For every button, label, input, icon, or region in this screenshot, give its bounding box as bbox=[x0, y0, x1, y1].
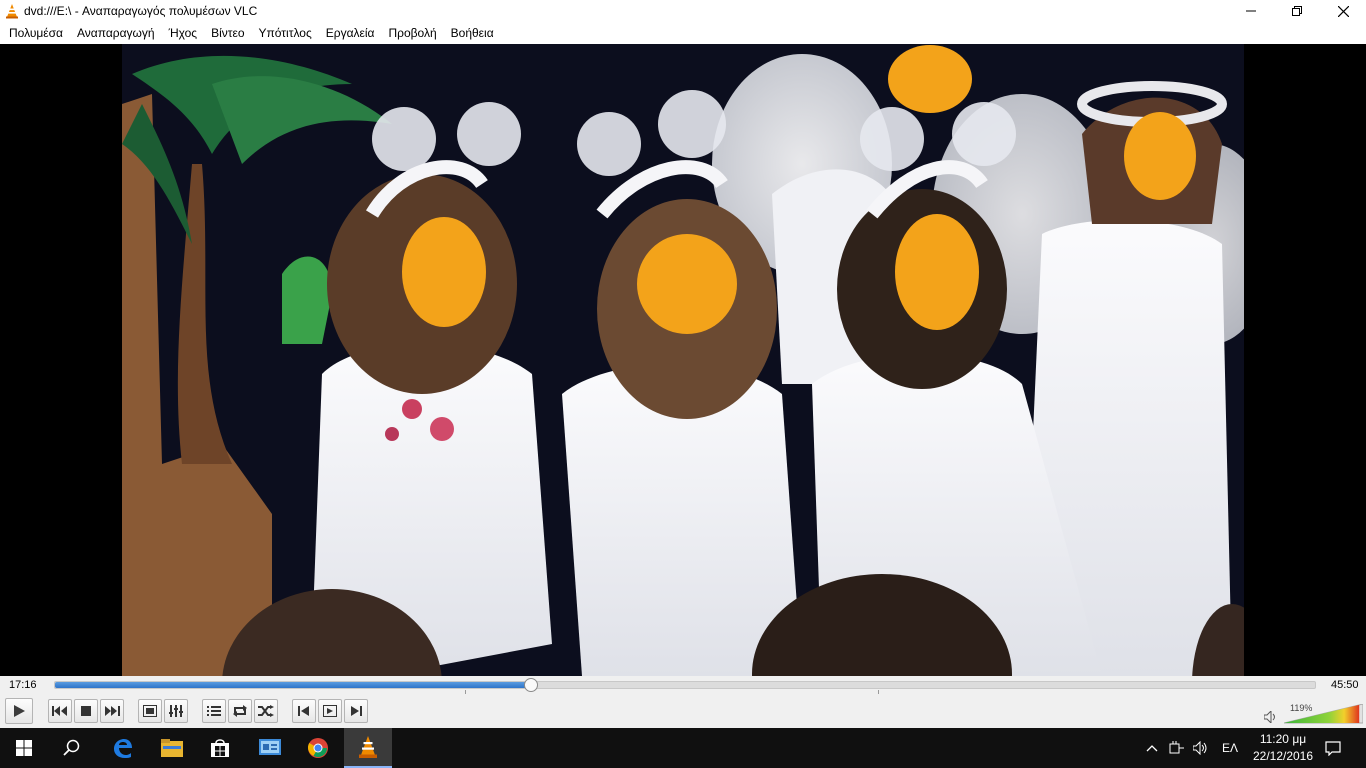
restore-button[interactable] bbox=[1274, 0, 1320, 22]
menu-video[interactable]: Βίντεο bbox=[204, 22, 251, 44]
control-panel-icon bbox=[259, 739, 281, 755]
clock-date: 22/12/2016 bbox=[1252, 749, 1314, 763]
next-button[interactable] bbox=[100, 699, 124, 723]
stop-icon bbox=[81, 706, 91, 716]
taskbar-vlc[interactable] bbox=[344, 728, 392, 768]
playlist-icon bbox=[207, 706, 221, 716]
menu-tools[interactable]: Εργαλεία bbox=[319, 22, 382, 44]
start-button[interactable] bbox=[0, 728, 48, 768]
search-button[interactable] bbox=[48, 728, 96, 768]
stop-button[interactable] bbox=[74, 699, 98, 723]
fullscreen-icon bbox=[143, 705, 157, 717]
playlist-button[interactable] bbox=[202, 699, 226, 723]
taskbar-chrome[interactable] bbox=[294, 728, 342, 768]
start-icon bbox=[16, 740, 32, 756]
store-icon bbox=[211, 739, 229, 757]
restore-icon bbox=[1292, 6, 1302, 16]
loop-icon bbox=[233, 705, 247, 717]
play-button[interactable] bbox=[5, 698, 33, 724]
menu-playback[interactable]: Αναπαραγωγή bbox=[70, 22, 162, 44]
action-center-button[interactable] bbox=[1318, 728, 1348, 768]
seek-handle[interactable] bbox=[523, 678, 538, 692]
power-plug-icon bbox=[1169, 741, 1184, 754]
seek-progress bbox=[55, 682, 531, 688]
notification-icon bbox=[1325, 740, 1341, 756]
shuffle-button[interactable] bbox=[254, 699, 278, 723]
snapshot-button[interactable] bbox=[318, 699, 342, 723]
elapsed-time[interactable]: 17:16 bbox=[9, 679, 37, 691]
snapshot-icon bbox=[323, 705, 337, 717]
speaker-icon[interactable] bbox=[1263, 709, 1278, 726]
tray-power[interactable] bbox=[1166, 728, 1188, 768]
close-button[interactable] bbox=[1320, 0, 1366, 22]
previous-frame-button[interactable] bbox=[292, 699, 316, 723]
equalizer-icon bbox=[169, 705, 183, 717]
shuffle-icon bbox=[258, 705, 274, 717]
speaker-icon bbox=[1193, 741, 1207, 755]
play-icon bbox=[14, 705, 25, 717]
next-frame-button[interactable] bbox=[344, 699, 368, 723]
menu-help[interactable]: Βοήθεια bbox=[444, 22, 501, 44]
controls-bar: 119% bbox=[0, 696, 1366, 728]
close-icon bbox=[1337, 5, 1349, 17]
loop-button[interactable] bbox=[228, 699, 252, 723]
search-icon bbox=[63, 739, 80, 756]
vlc-icon bbox=[4, 3, 20, 19]
fullscreen-button[interactable] bbox=[138, 699, 162, 723]
total-time[interactable]: 45:50 bbox=[1331, 679, 1359, 691]
menu-view[interactable]: Προβολή bbox=[381, 22, 443, 44]
taskbar: ΕΛ 11:20 μμ 22/12/2016 bbox=[0, 728, 1366, 768]
volume-slider[interactable] bbox=[1283, 703, 1364, 724]
next-icon bbox=[105, 706, 120, 716]
previous-icon bbox=[52, 706, 67, 716]
taskbar-edge[interactable] bbox=[98, 728, 146, 768]
taskbar-file-explorer[interactable] bbox=[148, 728, 196, 768]
menu-media[interactable]: Πολυμέσα bbox=[2, 22, 70, 44]
tray-clock[interactable]: 11:20 μμ 22/12/2016 bbox=[1240, 731, 1326, 765]
vlc-icon bbox=[359, 736, 377, 758]
video-frame bbox=[122, 44, 1244, 676]
extended-settings-button[interactable] bbox=[164, 699, 188, 723]
skip-forward-icon bbox=[351, 706, 362, 716]
clock-time: 11:20 μμ bbox=[1259, 732, 1307, 746]
menu-bar: Πολυμέσα Αναπαραγωγή Ήχος Βίντεο Υπότιτλ… bbox=[0, 22, 1366, 44]
menu-subtitle[interactable]: Υπότιτλος bbox=[252, 22, 319, 44]
taskbar-control-panel[interactable] bbox=[246, 728, 294, 768]
previous-button[interactable] bbox=[48, 699, 72, 723]
minimize-icon bbox=[1246, 10, 1256, 12]
edge-icon bbox=[114, 739, 132, 758]
show-hidden-icons[interactable] bbox=[1142, 728, 1162, 768]
file-explorer-icon bbox=[161, 739, 183, 757]
taskbar-store[interactable] bbox=[196, 728, 244, 768]
seek-slider[interactable] bbox=[54, 678, 1316, 692]
seek-row: 17:16 45:50 bbox=[0, 676, 1366, 696]
skip-back-icon bbox=[298, 706, 309, 716]
tray-volume[interactable] bbox=[1190, 728, 1212, 768]
window-title: dvd:///E:\ - Αναπαραγωγός πολυμέσων VLC bbox=[24, 4, 258, 18]
chevron-up-icon bbox=[1146, 745, 1158, 752]
chrome-icon bbox=[307, 738, 328, 758]
video-area[interactable] bbox=[0, 44, 1366, 676]
chapter-marker bbox=[465, 690, 467, 694]
minimize-button[interactable] bbox=[1228, 0, 1274, 22]
title-bar: dvd:///E:\ - Αναπαραγωγός πολυμέσων VLC bbox=[0, 0, 1366, 22]
chapter-marker bbox=[878, 690, 880, 694]
video-still bbox=[122, 44, 1244, 676]
menu-audio[interactable]: Ήχος bbox=[162, 22, 205, 44]
